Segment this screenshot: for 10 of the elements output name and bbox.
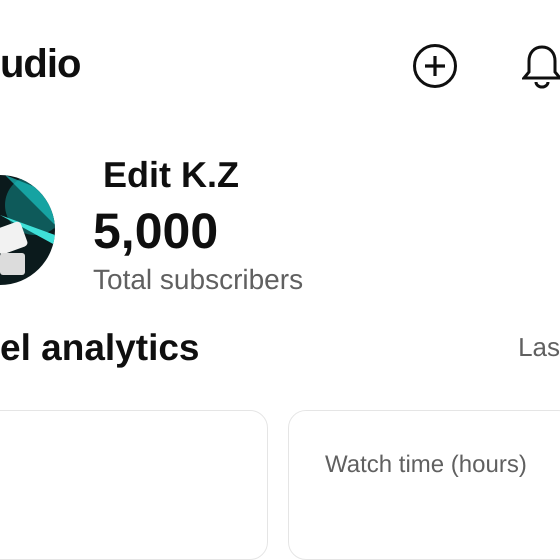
app-title: udio [0, 42, 80, 87]
metric-card[interactable]: Watch time (hours) [288, 410, 560, 560]
channel-name: Edit K.Z [103, 154, 240, 196]
metric-label: Watch time (hours) [325, 451, 527, 478]
notifications-icon[interactable] [522, 43, 560, 90]
add-icon[interactable] [412, 43, 458, 90]
subscriber-count: 5,000 [93, 202, 220, 260]
subscriber-label: Total subscribers [93, 264, 304, 296]
section-title: el analytics [0, 326, 200, 369]
period-selector[interactable]: Las [518, 332, 560, 364]
